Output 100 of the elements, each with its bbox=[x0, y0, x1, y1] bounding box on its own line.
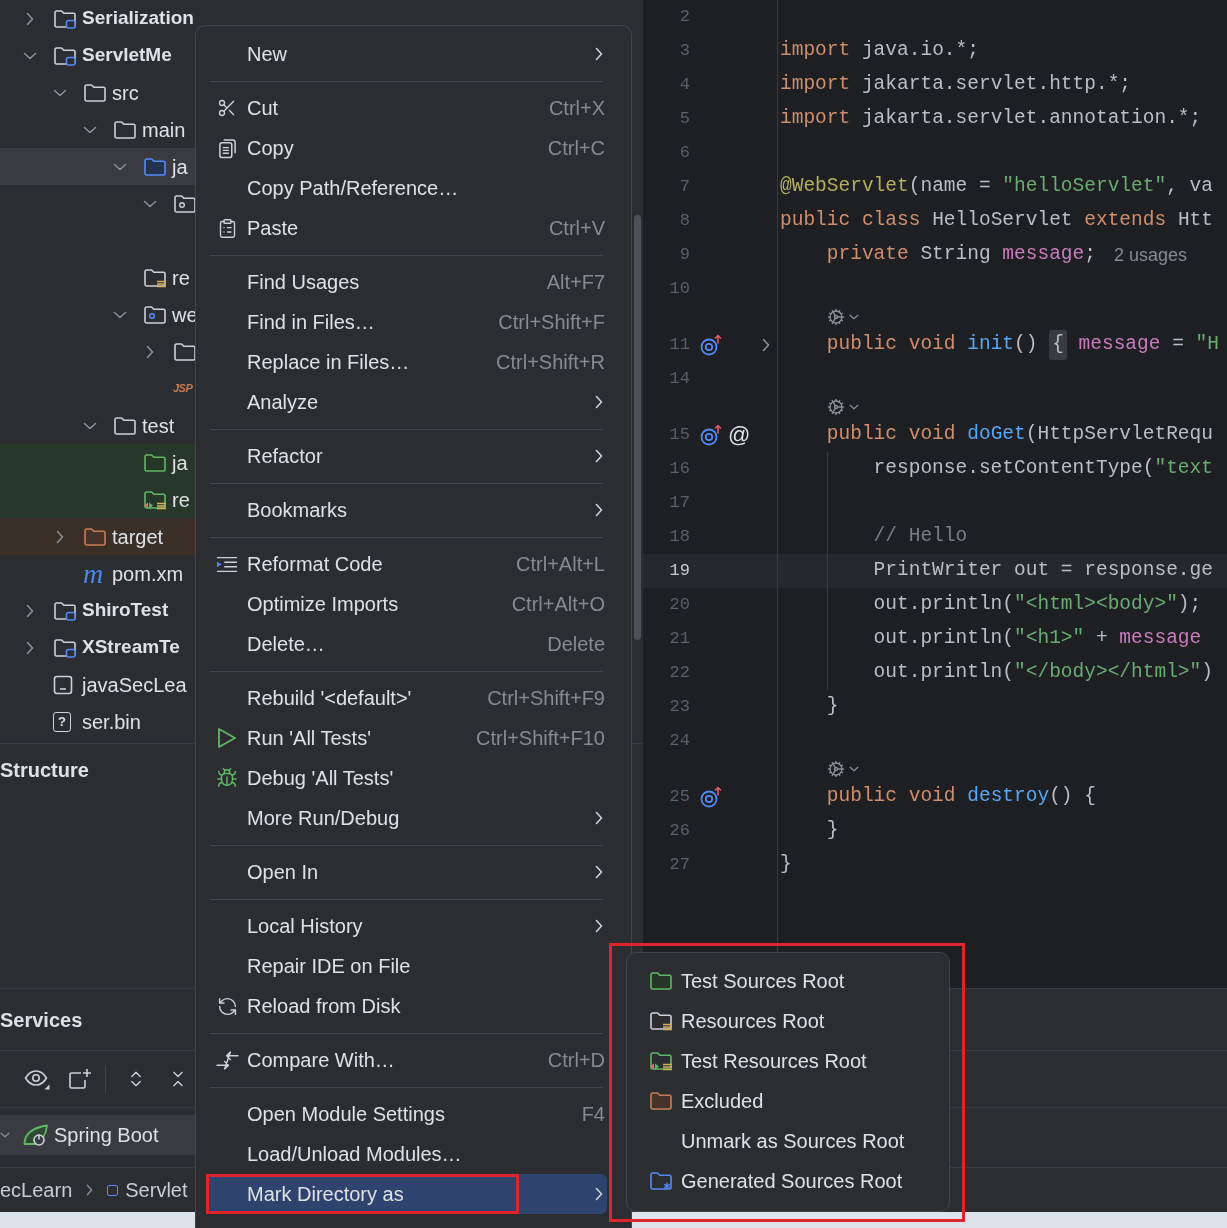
menu-item[interactable]: Reformat Code Ctrl+Alt+L bbox=[206, 544, 607, 584]
code-line: import java.io.*; bbox=[780, 38, 979, 64]
menu-item[interactable]: Paste Ctrl+V bbox=[206, 208, 607, 248]
fold-chevron-icon[interactable] bbox=[762, 338, 770, 352]
usages-hint[interactable]: 2 usages bbox=[1113, 241, 1188, 269]
menu-item[interactable]: Copy Path/Reference… bbox=[206, 168, 607, 208]
line-number: 22 bbox=[669, 662, 690, 685]
line-number: 6 bbox=[679, 142, 690, 165]
menu-item[interactable]: Unmark as Sources Root bbox=[638, 1121, 938, 1161]
chevron-right-icon[interactable] bbox=[26, 11, 34, 26]
resources-folder-icon bbox=[649, 1011, 673, 1031]
at-sign-icon[interactable]: @ bbox=[728, 424, 751, 446]
tree-item-label[interactable]: ja bbox=[172, 447, 188, 478]
scissors-icon bbox=[217, 98, 237, 118]
chevron-down-icon[interactable] bbox=[848, 766, 859, 772]
menu-item[interactable]: Load/Unload Modules… bbox=[206, 1134, 607, 1174]
code-line: } bbox=[780, 852, 792, 878]
tree-row[interactable]: target bbox=[0, 518, 195, 555]
menu-item[interactable]: Test Sources Root bbox=[638, 961, 938, 1001]
menu-item[interactable]: Local History bbox=[206, 906, 607, 946]
chevron-down-icon[interactable] bbox=[113, 310, 127, 319]
menu-item[interactable]: New bbox=[206, 34, 607, 74]
tree-item-label[interactable]: re bbox=[172, 262, 190, 293]
eye-icon[interactable] bbox=[24, 1068, 50, 1090]
tree-item-label[interactable]: Serialization bbox=[82, 4, 194, 33]
chevron-down-icon[interactable] bbox=[53, 88, 67, 97]
chevron-down-icon[interactable] bbox=[83, 125, 97, 134]
menu-item[interactable]: Test Resources Root bbox=[638, 1041, 938, 1081]
cog-icon[interactable] bbox=[826, 398, 845, 416]
tree-item-label[interactable]: src bbox=[112, 77, 139, 108]
menu-item[interactable]: Replace in Files… Ctrl+Shift+R bbox=[206, 342, 607, 382]
menu-item[interactable]: Reload from Disk bbox=[206, 986, 607, 1026]
code-line: public void destroy() { bbox=[826, 784, 1096, 810]
folder-icon bbox=[143, 452, 167, 473]
tree-item-label[interactable]: main bbox=[142, 114, 186, 145]
chevron-down-icon[interactable] bbox=[848, 314, 859, 320]
menu-item[interactable]: Bookmarks bbox=[206, 490, 607, 530]
menu-item[interactable]: Excluded bbox=[638, 1081, 938, 1121]
menu-item[interactable]: Compare With… Ctrl+D bbox=[206, 1040, 607, 1080]
tree-item-label[interactable]: XStreamTe bbox=[82, 633, 180, 662]
chevron-right-icon[interactable] bbox=[26, 640, 34, 655]
service-row[interactable]: Spring Boot bbox=[0, 1115, 195, 1155]
menu-item[interactable]: Mark Directory as bbox=[206, 1174, 607, 1214]
target-arrow-icon[interactable] bbox=[700, 786, 722, 808]
tree-item-label[interactable]: target bbox=[112, 521, 164, 552]
menu-item[interactable]: Resources Root bbox=[638, 1001, 938, 1041]
line-number: 23 bbox=[669, 696, 690, 719]
chevron-right-icon[interactable] bbox=[56, 529, 64, 544]
chevron-right-icon[interactable] bbox=[146, 344, 154, 359]
target-arrow-icon[interactable] bbox=[700, 334, 722, 356]
tree-item-label[interactable]: pom.xm bbox=[112, 558, 184, 589]
breadcrumb-item[interactable]: ecLearn bbox=[0, 1175, 73, 1205]
tree-item-label[interactable]: ServletMe bbox=[82, 41, 172, 70]
tree-item-label[interactable]: ser.bin bbox=[82, 706, 141, 737]
chevron-down-icon[interactable] bbox=[113, 162, 127, 171]
module-folder-icon bbox=[53, 8, 77, 29]
menu-item[interactable]: Cut Ctrl+X bbox=[206, 88, 607, 128]
line-number: 19 bbox=[669, 560, 690, 583]
menu-item[interactable]: Find in Files… Ctrl+Shift+F bbox=[206, 302, 607, 342]
menu-item[interactable]: Copy Ctrl+C bbox=[206, 128, 607, 168]
compare-arrows-icon bbox=[215, 1049, 239, 1071]
menu-item[interactable]: Delete… Delete bbox=[206, 624, 607, 664]
chevron-down-icon[interactable] bbox=[23, 51, 37, 60]
menu-item[interactable]: Generated Sources Root bbox=[638, 1161, 938, 1201]
cog-icon[interactable] bbox=[826, 308, 845, 326]
panel-title: Services bbox=[0, 1007, 83, 1033]
menu-item[interactable]: More Run/Debug bbox=[206, 798, 607, 838]
chevron-right-icon[interactable] bbox=[26, 603, 34, 618]
line-number: 3 bbox=[679, 40, 690, 63]
tree-item-label[interactable]: ja bbox=[172, 151, 188, 182]
menu-item[interactable]: Open Module Settings F4 bbox=[206, 1094, 607, 1134]
menu-item[interactable]: Refactor bbox=[206, 436, 607, 476]
tree-item-label[interactable]: ShiroTest bbox=[82, 596, 169, 625]
menu-item[interactable]: Repair IDE on File bbox=[206, 946, 607, 986]
menu-item[interactable]: Analyze bbox=[206, 382, 607, 422]
menu-item[interactable]: Debug 'All Tests' bbox=[206, 758, 607, 798]
line-number: 2 bbox=[679, 6, 690, 29]
chevron-down-icon[interactable] bbox=[83, 421, 97, 430]
cog-icon[interactable] bbox=[826, 760, 845, 778]
chevron-down-icon[interactable] bbox=[143, 199, 157, 208]
tree-item-label[interactable]: re bbox=[172, 484, 190, 515]
breadcrumb-item[interactable]: Servlet bbox=[125, 1175, 188, 1205]
scrollbar[interactable] bbox=[634, 215, 641, 640]
tree-row[interactable]: ja bbox=[0, 444, 195, 481]
menu-item[interactable]: Rebuild '<default>' Ctrl+Shift+F9 bbox=[206, 678, 607, 718]
menu-item[interactable]: Find Usages Alt+F7 bbox=[206, 262, 607, 302]
line-number: 7 bbox=[679, 176, 690, 199]
line-number: 18 bbox=[669, 526, 690, 549]
tree-item-label[interactable]: javaSecLea bbox=[82, 669, 187, 700]
menu-item[interactable]: Optimize Imports Ctrl+Alt+O bbox=[206, 584, 607, 624]
menu-item[interactable]: Run 'All Tests' Ctrl+Shift+F10 bbox=[206, 718, 607, 758]
tree-row[interactable]: re bbox=[0, 481, 195, 518]
tree-row[interactable]: ja bbox=[0, 148, 195, 185]
chevron-down-icon[interactable] bbox=[848, 404, 859, 410]
tree-item-label[interactable]: test bbox=[142, 410, 175, 441]
menu-item[interactable]: Open In bbox=[206, 852, 607, 892]
add-tab-icon[interactable] bbox=[68, 1068, 92, 1090]
chevron-down-icon[interactable] bbox=[0, 1132, 10, 1138]
code-line: PrintWriter out = response.ge bbox=[873, 558, 1213, 584]
target-arrow-icon[interactable] bbox=[700, 424, 722, 446]
